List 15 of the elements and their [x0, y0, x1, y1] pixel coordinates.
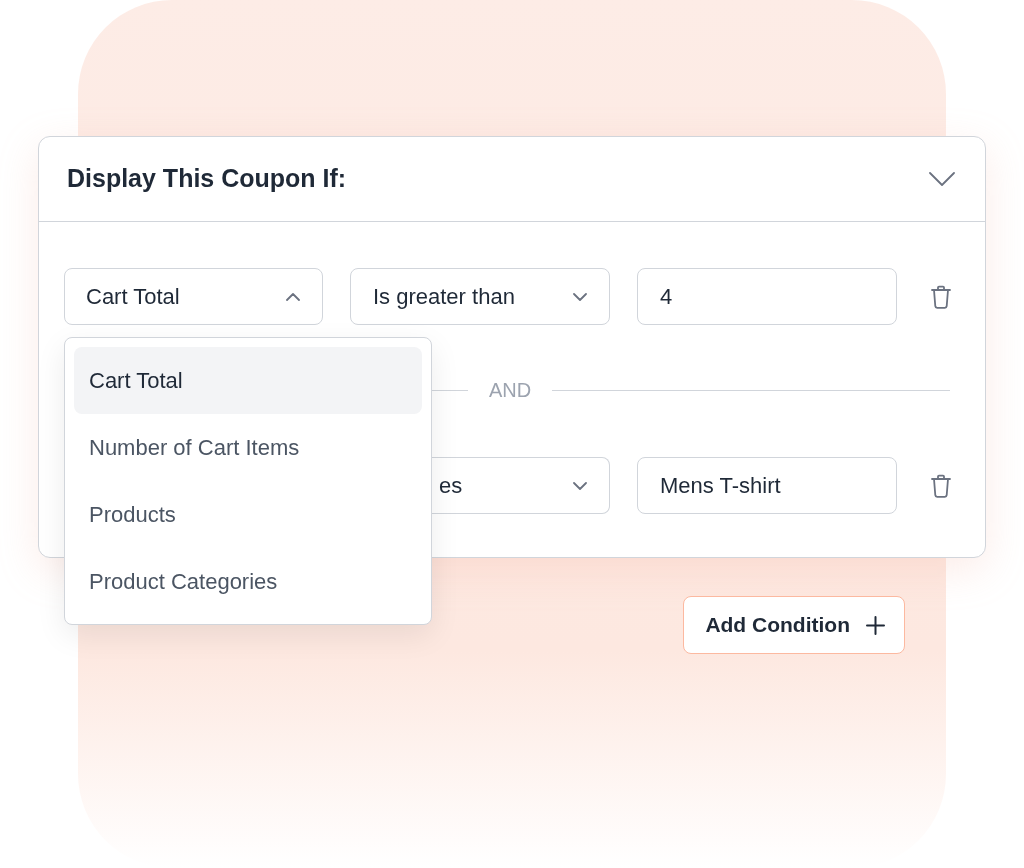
operator-select[interactable]: Is greater than — [350, 268, 610, 325]
chevron-down-icon — [573, 481, 587, 490]
trash-icon[interactable] — [931, 473, 951, 498]
plus-icon — [866, 615, 885, 635]
add-condition-button[interactable]: Add Condition — [683, 596, 905, 654]
chevron-down-icon — [573, 292, 587, 301]
field-select[interactable]: Cart Total — [64, 268, 323, 325]
dropdown-option[interactable]: Cart Total — [74, 347, 422, 414]
chevron-down-icon[interactable] — [929, 172, 955, 186]
panel-title: Display This Coupon If: — [67, 163, 347, 195]
operator-select[interactable]: es — [432, 457, 610, 514]
value-input[interactable]: 4 — [637, 268, 897, 325]
trash-icon[interactable] — [931, 284, 951, 309]
value-input[interactable]: Mens T-shirt — [637, 457, 897, 514]
and-label: AND — [489, 378, 532, 403]
